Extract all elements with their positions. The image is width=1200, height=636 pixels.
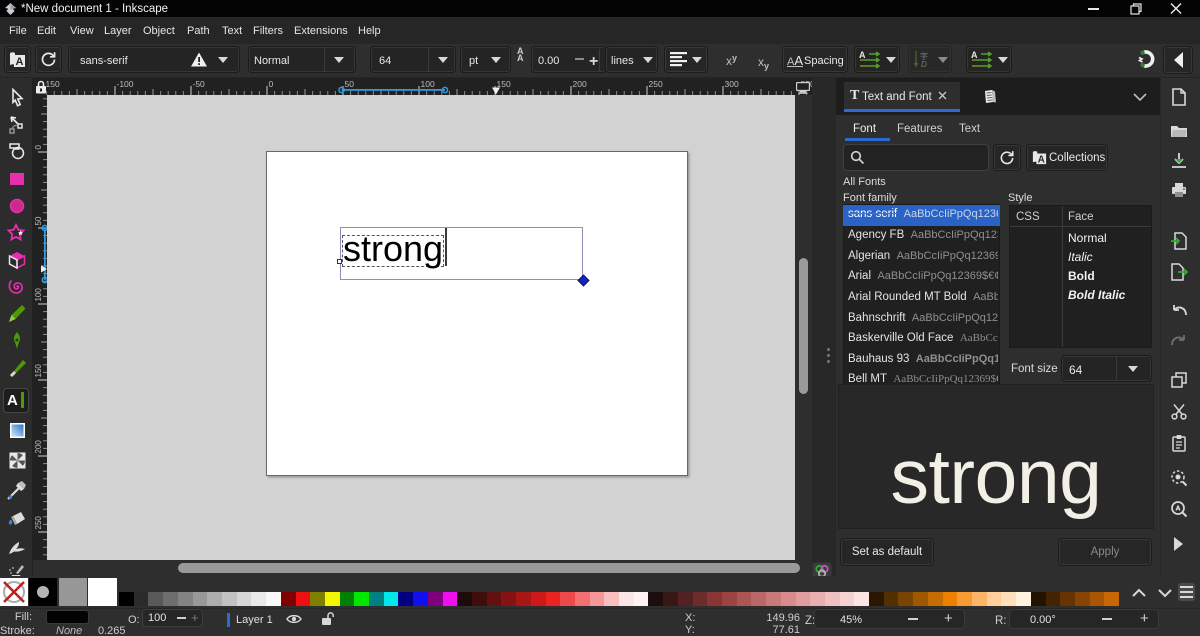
svg-text:A: A — [859, 50, 866, 60]
svg-text:150: 150 — [46, 79, 60, 89]
svg-text:0: 0 — [269, 79, 274, 89]
svg-text:-100: -100 — [117, 79, 134, 89]
svg-text:A: A — [971, 50, 978, 60]
svg-text:100: 100 — [34, 288, 43, 302]
svg-text:A: A — [16, 56, 24, 68]
svg-text:200: 200 — [573, 79, 587, 89]
svg-text:300: 300 — [725, 79, 739, 89]
svg-text:100: 100 — [421, 79, 435, 89]
svg-text:50: 50 — [34, 216, 43, 225]
svg-text:200: 200 — [34, 440, 43, 454]
svg-text:D: D — [921, 60, 927, 69]
svg-text:250: 250 — [649, 79, 663, 89]
svg-text:50: 50 — [345, 79, 355, 89]
svg-text:250: 250 — [34, 516, 43, 530]
svg-text:-50: -50 — [193, 79, 206, 89]
svg-text:150: 150 — [34, 364, 43, 378]
svg-text:A: A — [1038, 154, 1045, 165]
svg-text:0: 0 — [34, 145, 43, 150]
